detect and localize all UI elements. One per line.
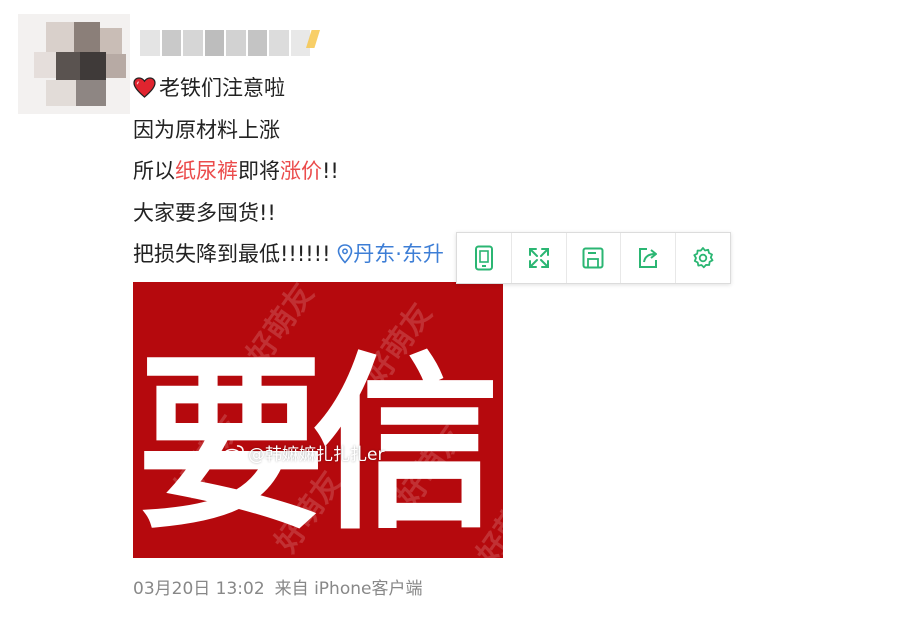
post-line-5: 把损失降到最低!!!!!! 丹东·东升 bbox=[133, 234, 444, 276]
mobile-view-button[interactable] bbox=[457, 233, 512, 283]
location-text: 丹东·东升 bbox=[353, 242, 444, 266]
post-line-3-a: 所以 bbox=[133, 159, 175, 183]
post-line-3: 所以纸尿裤即将涨价!! bbox=[133, 151, 444, 193]
mobile-icon bbox=[474, 245, 493, 271]
post-line-1: 老铁们注意啦 bbox=[133, 68, 444, 110]
fullscreen-button[interactable] bbox=[512, 233, 567, 283]
post-line-3-b: 即将 bbox=[238, 159, 280, 183]
save-icon bbox=[582, 247, 604, 269]
location-link[interactable]: 丹东·东升 bbox=[337, 242, 444, 266]
highlight-diapers: 纸尿裤 bbox=[175, 159, 238, 183]
post-text: 老铁们注意啦 因为原材料上涨 所以纸尿裤即将涨价!! 大家要多囤货!! 把损失降… bbox=[133, 68, 444, 276]
post-meta: 03月20日 13:02 来自 iPhone客户端 bbox=[133, 574, 422, 599]
share-button[interactable] bbox=[621, 233, 677, 283]
location-pin-icon bbox=[337, 244, 353, 264]
post-source: 来自 iPhone客户端 bbox=[274, 579, 423, 599]
post-timestamp[interactable]: 03月20日 13:02 bbox=[133, 579, 265, 599]
username-blurred[interactable] bbox=[140, 30, 310, 56]
post-line-5-text: 把损失降到最低!!!!!! bbox=[133, 242, 331, 266]
image-toolbar bbox=[456, 232, 731, 284]
settings-icon bbox=[693, 247, 714, 269]
share-icon bbox=[639, 248, 658, 268]
avatar[interactable] bbox=[18, 14, 130, 114]
fullscreen-icon bbox=[528, 248, 549, 268]
post-line-2: 因为原材料上涨 bbox=[133, 117, 280, 142]
post-line-4: 大家要多囤货!! bbox=[133, 200, 276, 225]
post-line-1-text: 老铁们注意啦 bbox=[159, 76, 285, 100]
heart-icon bbox=[133, 77, 156, 98]
highlight-price-rise: 涨价 bbox=[280, 159, 322, 183]
weibo-logo-icon bbox=[223, 444, 244, 461]
post-line-3-c: !! bbox=[322, 159, 339, 183]
weibo-watermark-text: @韩嫲嫲扎扎扎er bbox=[248, 445, 385, 465]
save-button[interactable] bbox=[567, 233, 622, 283]
settings-button[interactable] bbox=[676, 233, 730, 283]
weibo-watermark: @韩嫲嫲扎扎扎er bbox=[223, 440, 384, 465]
